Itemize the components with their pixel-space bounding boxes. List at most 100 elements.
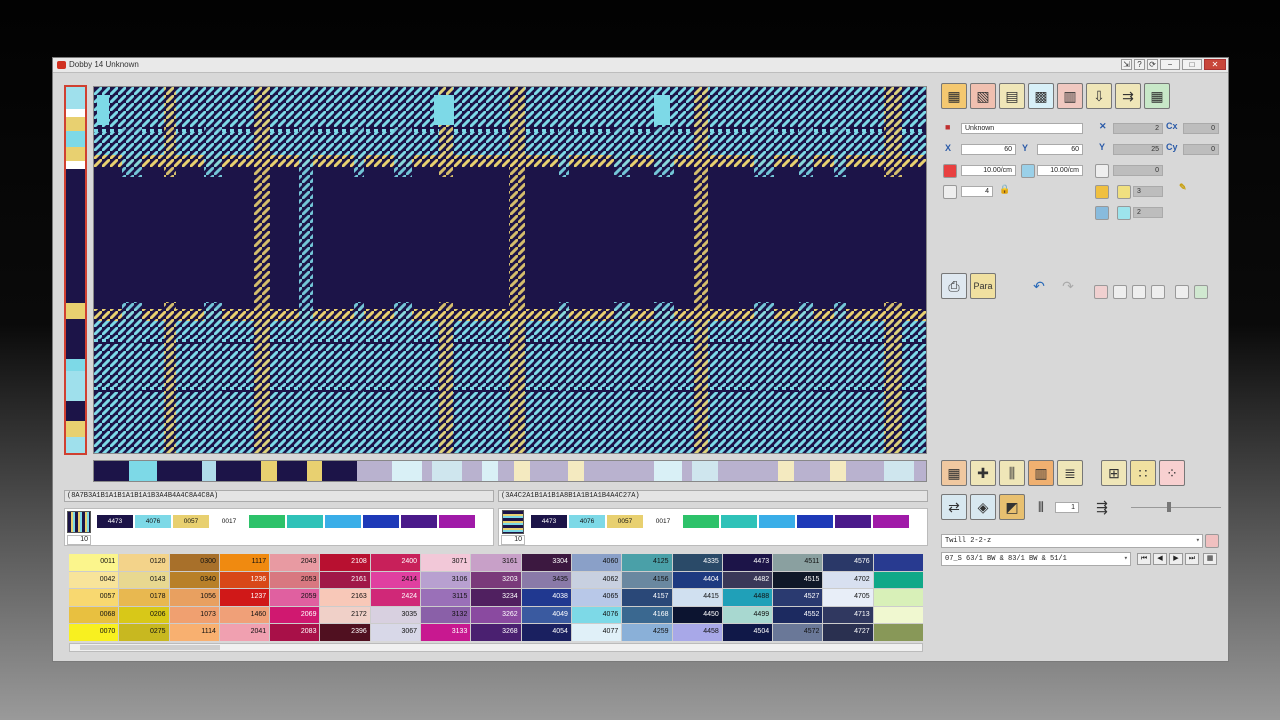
warp-color-count[interactable]: 10 bbox=[67, 535, 91, 545]
palette-swatch[interactable]: 3106 bbox=[421, 571, 471, 589]
palette-swatch[interactable]: 0042 bbox=[69, 571, 119, 589]
palette-swatch[interactable]: 4404 bbox=[672, 571, 722, 589]
palette-swatch[interactable]: 1073 bbox=[169, 606, 219, 624]
weave-grid-icon[interactable] bbox=[1205, 534, 1219, 548]
library-grid-icon[interactable]: ▦ bbox=[1203, 553, 1217, 565]
cy-field[interactable]: 0 bbox=[1183, 144, 1219, 155]
warp-fill-icon[interactable]: ▥ bbox=[1028, 460, 1054, 486]
palette-swatch[interactable]: 1236 bbox=[219, 571, 270, 589]
palette-swatch[interactable]: 4702 bbox=[823, 571, 873, 589]
texture-icon[interactable] bbox=[1132, 285, 1146, 299]
palette-swatch[interactable]: 4572 bbox=[773, 624, 823, 641]
weft-color-count[interactable]: 10 bbox=[501, 535, 525, 545]
pattern-icon[interactable] bbox=[1151, 285, 1165, 299]
x-repeat-field[interactable]: 2 bbox=[1113, 123, 1163, 134]
design-name-field[interactable]: Unknown bbox=[961, 123, 1083, 134]
repeat-count-field[interactable]: 4 bbox=[961, 186, 993, 197]
palette-scrollbar[interactable] bbox=[69, 643, 923, 652]
color-chip[interactable] bbox=[759, 515, 795, 528]
palette-swatch[interactable]: 4450 bbox=[672, 606, 722, 624]
palette-swatch[interactable]: 4077 bbox=[571, 624, 622, 641]
palette-swatch[interactable]: 4515 bbox=[773, 571, 823, 589]
color-chip[interactable]: 4473 bbox=[531, 515, 567, 528]
next-page-icon[interactable]: ▶ bbox=[1169, 553, 1183, 565]
print-icon[interactable]: ⎙ bbox=[941, 273, 967, 299]
palette-swatch[interactable]: 4473 bbox=[722, 554, 773, 571]
color-blocks-icon[interactable]: ▦ bbox=[941, 460, 967, 486]
para-button[interactable]: Para bbox=[970, 273, 996, 299]
color-chip[interactable] bbox=[873, 515, 909, 528]
step-field[interactable]: 1 bbox=[1055, 502, 1079, 513]
download-icon[interactable]: ⇩ bbox=[1086, 83, 1112, 109]
palette-swatch[interactable]: 4125 bbox=[622, 554, 672, 571]
palette-swatch[interactable]: 4488 bbox=[722, 589, 773, 606]
color-chip[interactable] bbox=[439, 515, 475, 528]
palette-swatch[interactable]: 4527 bbox=[773, 589, 823, 606]
stripe-tool-icon[interactable]: ▧ bbox=[970, 83, 996, 109]
palette-swatch[interactable]: 2043 bbox=[270, 554, 320, 571]
color-chip[interactable]: 0057 bbox=[607, 515, 643, 528]
palette-swatch[interactable]: 4552 bbox=[773, 606, 823, 624]
palette-swatch[interactable]: 4335 bbox=[672, 554, 722, 571]
help-icon[interactable]: ? bbox=[1134, 59, 1145, 70]
first-page-icon[interactable]: ⏮ bbox=[1137, 553, 1151, 565]
color-chip[interactable] bbox=[287, 515, 323, 528]
yarn2-count-field[interactable]: 2 bbox=[1133, 207, 1163, 218]
color-chip[interactable] bbox=[683, 515, 719, 528]
design-tool-icon[interactable]: ▦ bbox=[941, 83, 967, 109]
add-column-icon[interactable]: ⫼ bbox=[999, 460, 1025, 486]
palette-swatch[interactable] bbox=[873, 554, 923, 571]
palette-swatch[interactable]: 2041 bbox=[219, 624, 270, 641]
palette-swatch[interactable]: 0143 bbox=[119, 571, 169, 589]
lock-icon[interactable]: 🔒 bbox=[999, 184, 1010, 195]
color-chip[interactable]: 4076 bbox=[135, 515, 171, 528]
palette-swatch[interactable]: 1056 bbox=[169, 589, 219, 606]
color-chip[interactable]: 0057 bbox=[173, 515, 209, 528]
yarn1-count-field[interactable]: 3 bbox=[1133, 186, 1163, 197]
prev-page-icon[interactable]: ◀ bbox=[1153, 553, 1167, 565]
palette-swatch[interactable]: 2069 bbox=[270, 606, 320, 624]
add-stripe-icon[interactable]: ✚ bbox=[970, 460, 996, 486]
weft-density-field[interactable]: 10.00/cm bbox=[1037, 165, 1083, 176]
undo-icon[interactable]: ↶ bbox=[1026, 273, 1052, 299]
fabric-design-canvas[interactable] bbox=[93, 86, 927, 454]
weft-code-field[interactable]: (3A4C2A1B1A1B1A8B1A1B1A1B4A4C27A) bbox=[498, 490, 928, 502]
palette-swatch[interactable]: 4511 bbox=[773, 554, 823, 571]
palette-swatch[interactable]: 4062 bbox=[571, 571, 622, 589]
width-field[interactable]: 60 bbox=[961, 144, 1016, 155]
palette-swatch[interactable]: 4054 bbox=[521, 624, 571, 641]
diagonal-icon[interactable]: ◩ bbox=[999, 494, 1025, 520]
color-chip[interactable] bbox=[249, 515, 285, 528]
palette-swatch[interactable]: 4065 bbox=[571, 589, 622, 606]
height-field[interactable]: 60 bbox=[1037, 144, 1083, 155]
settings-icon[interactable] bbox=[1175, 285, 1189, 299]
palette-swatch[interactable]: 0178 bbox=[119, 589, 169, 606]
palette-swatch[interactable]: 0275 bbox=[119, 624, 169, 641]
palette-swatch[interactable]: 4156 bbox=[622, 571, 672, 589]
palette-swatch[interactable]: 4482 bbox=[722, 571, 773, 589]
palette-swatch[interactable]: 0057 bbox=[69, 589, 119, 606]
color-chip[interactable] bbox=[325, 515, 361, 528]
color-chip[interactable] bbox=[721, 515, 757, 528]
palette-swatch[interactable]: 2414 bbox=[370, 571, 421, 589]
palette-swatch[interactable]: 4499 bbox=[722, 606, 773, 624]
color-chip[interactable]: 0017 bbox=[211, 515, 247, 528]
lines-icon[interactable]: ≣ bbox=[1057, 460, 1083, 486]
palette-swatch[interactable]: 2424 bbox=[370, 589, 421, 606]
palette-swatch[interactable] bbox=[873, 571, 923, 589]
resize-icon[interactable]: ⇲ bbox=[1121, 59, 1132, 70]
y-repeat-field[interactable]: 25 bbox=[1113, 144, 1163, 155]
weave-tool-icon[interactable]: ▥ bbox=[1057, 83, 1083, 109]
warp-sequence-strip[interactable] bbox=[64, 85, 87, 455]
palette-swatch[interactable]: 4713 bbox=[823, 606, 873, 624]
palette-swatch[interactable]: 3071 bbox=[421, 554, 471, 571]
warp-density-field[interactable]: 10.00/cm bbox=[961, 165, 1016, 176]
yarn1-swatch[interactable] bbox=[1117, 185, 1131, 199]
palette-swatch[interactable]: 3133 bbox=[421, 624, 471, 641]
palette-swatch[interactable]: 1117 bbox=[219, 554, 270, 571]
warp-code-field[interactable]: (8A7B3A1B1A1B1A1B1A1B3A4B4A4C8A4C8A) bbox=[64, 490, 494, 502]
palette-swatch[interactable]: 4458 bbox=[672, 624, 722, 641]
palette-swatch[interactable]: 2400 bbox=[370, 554, 421, 571]
weft-stripes-icon[interactable] bbox=[502, 510, 524, 534]
dots-icon[interactable]: ∷ bbox=[1130, 460, 1156, 486]
